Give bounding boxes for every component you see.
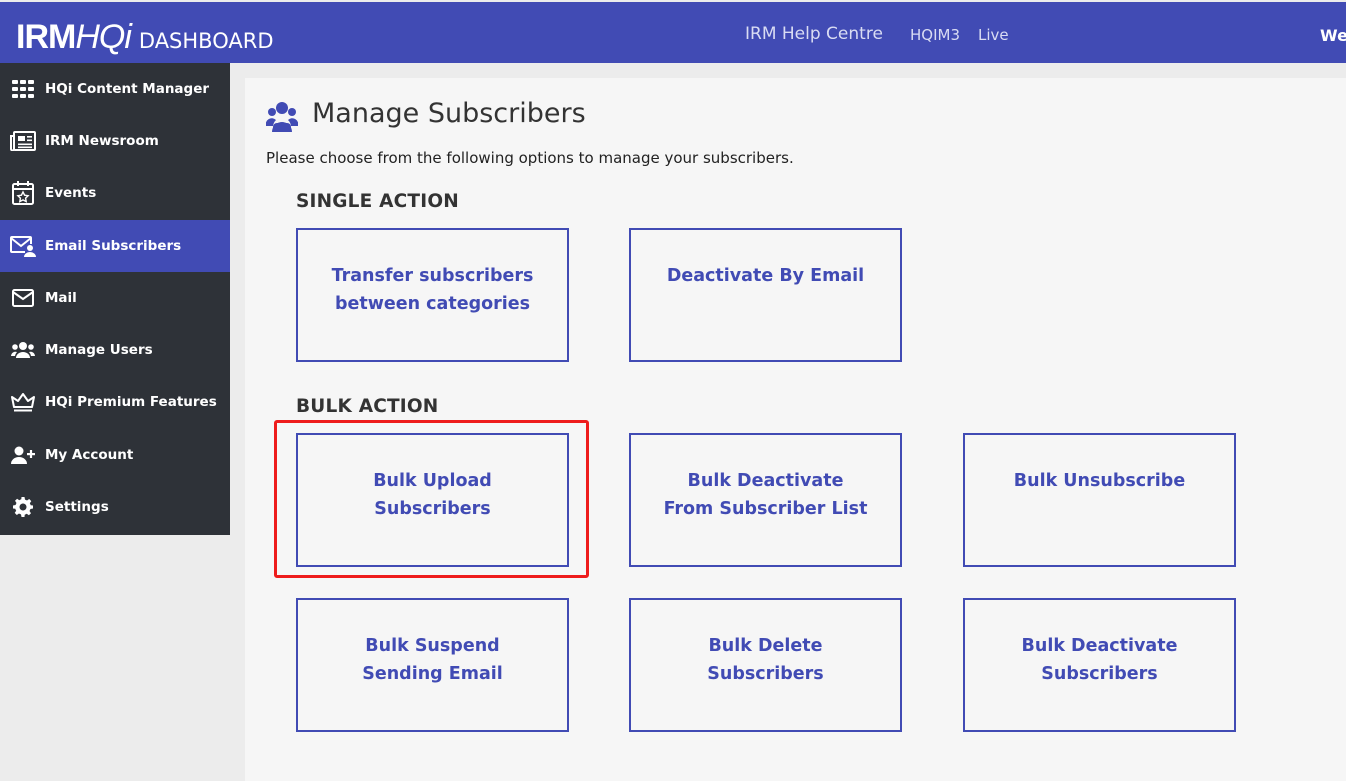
card-label: Bulk Deactivate Subscribers	[1021, 636, 1178, 684]
page-title: Manage Subscribers	[312, 98, 586, 129]
logo[interactable]: IRMHQi DASHBOARD	[16, 18, 274, 57]
sidebar-item-label: Mail	[45, 290, 77, 306]
logo-irm: IRM	[16, 18, 76, 56]
card-label: Transfer subscribers between categories	[331, 266, 534, 314]
user-plus-icon	[0, 446, 45, 464]
sidebar-item-label: Email Subscribers	[45, 238, 182, 254]
sidebar-item-label: HQi Content Manager	[45, 81, 210, 97]
users-icon	[0, 341, 45, 359]
card-label: Bulk Deactivate From Subscriber List	[663, 471, 868, 519]
sidebar-item-email-subscribers[interactable]: Email Subscribers	[0, 220, 230, 272]
bulk-action-heading: BULK ACTION	[296, 396, 439, 417]
sidebar-item-manage-users[interactable]: Manage Users	[0, 324, 230, 376]
transfer-subscribers-button[interactable]: Transfer subscribers between categories	[296, 228, 569, 362]
sidebar-item-label: Manage Users	[45, 342, 153, 358]
logo-hqi: HQi	[75, 18, 132, 56]
card-label: Bulk Unsubscribe	[1013, 471, 1186, 491]
sidebar-item-newsroom[interactable]: IRM Newsroom	[0, 115, 230, 167]
bulk-delete-subscribers-button[interactable]: Bulk Delete Subscribers	[629, 598, 902, 732]
top-bar: IRMHQi DASHBOARD IRM Help Centre HQIM3 Li…	[0, 2, 1346, 63]
mail-icon	[0, 289, 45, 307]
sidebar-item-premium-features[interactable]: HQi Premium Features	[0, 376, 230, 428]
hqim-label[interactable]: HQIM3	[910, 26, 960, 44]
card-label: Bulk Delete Subscribers	[707, 636, 824, 684]
sidebar-item-label: IRM Newsroom	[45, 133, 159, 149]
card-label: Bulk Suspend Sending Email	[362, 636, 503, 684]
grid-icon	[0, 80, 45, 98]
sidebar-item-label: My Account	[45, 447, 134, 463]
newspaper-icon	[0, 131, 45, 151]
page-description: Please choose from the following options…	[266, 149, 794, 167]
sidebar-item-mail[interactable]: Mail	[0, 272, 230, 324]
envelope-user-icon	[0, 235, 45, 257]
live-label[interactable]: Live	[978, 26, 1009, 44]
sidebar-item-label: Settings	[45, 499, 109, 515]
sidebar-item-label: HQi Premium Features	[45, 394, 217, 410]
welcome-text: We	[1320, 26, 1346, 45]
card-label: Deactivate By Email	[666, 266, 865, 286]
sidebar-item-content-manager[interactable]: HQi Content Manager	[0, 63, 230, 115]
card-label: Bulk Upload Subscribers	[373, 471, 492, 519]
bulk-upload-subscribers-button[interactable]: Bulk Upload Subscribers	[296, 433, 569, 567]
sidebar-item-settings[interactable]: Settings	[0, 481, 230, 533]
sidebar-item-my-account[interactable]: My Account	[0, 429, 230, 481]
help-centre-link[interactable]: IRM Help Centre	[745, 24, 883, 44]
sidebar-item-events[interactable]: Events	[0, 167, 230, 219]
single-action-heading: SINGLE ACTION	[296, 191, 459, 212]
bulk-suspend-sending-email-button[interactable]: Bulk Suspend Sending Email	[296, 598, 569, 732]
sidebar: HQi Content Manager IRM Newsroom Events …	[0, 63, 230, 535]
gear-icon	[0, 497, 45, 517]
bulk-deactivate-from-list-button[interactable]: Bulk Deactivate From Subscriber List	[629, 433, 902, 567]
crown-icon	[0, 392, 45, 412]
sidebar-item-label: Events	[45, 185, 97, 201]
bulk-unsubscribe-button[interactable]: Bulk Unsubscribe	[963, 433, 1236, 567]
logo-dashboard: DASHBOARD	[138, 29, 274, 53]
bulk-deactivate-subscribers-button[interactable]: Bulk Deactivate Subscribers	[963, 598, 1236, 732]
calendar-star-icon	[0, 181, 45, 205]
users-icon	[265, 102, 299, 136]
deactivate-by-email-button[interactable]: Deactivate By Email	[629, 228, 902, 362]
